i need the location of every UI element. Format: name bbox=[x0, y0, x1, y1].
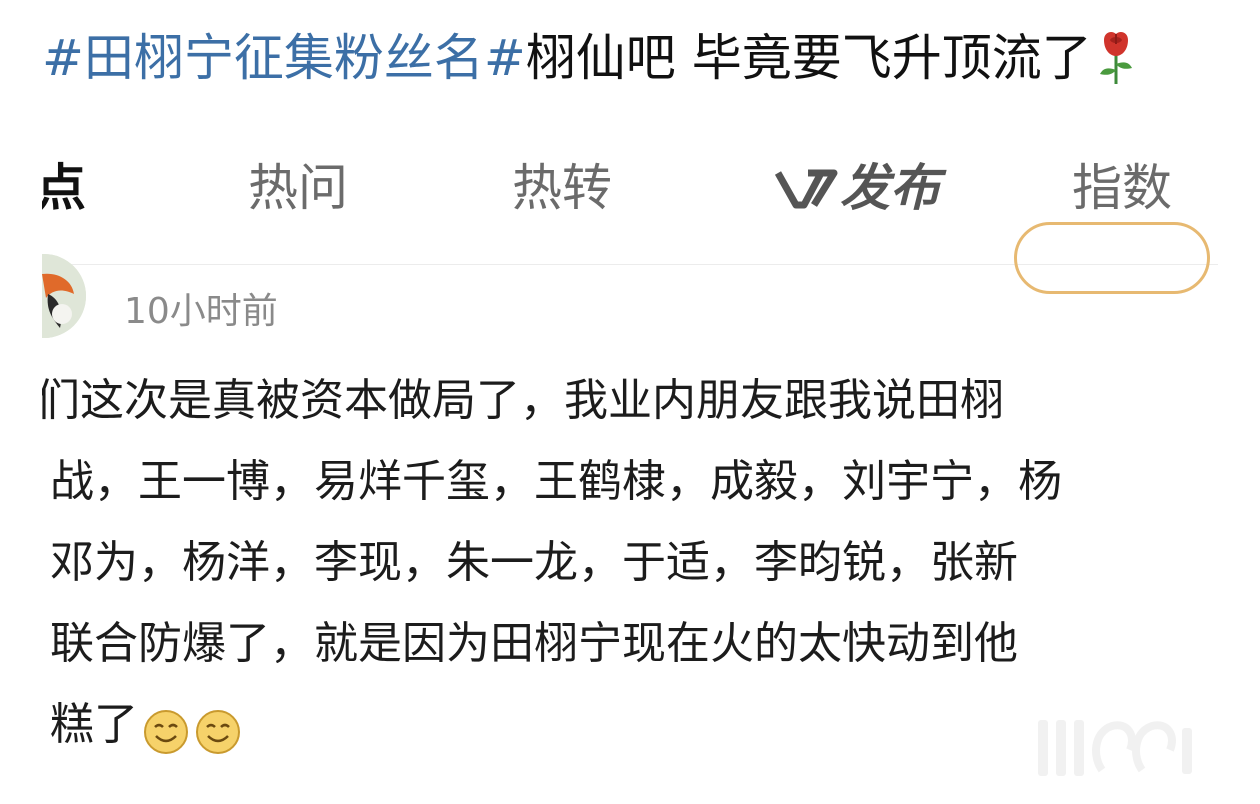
v-logo-icon bbox=[774, 163, 838, 213]
comment-line: 们这次是真被资本做局了，我业内朋友跟我说田栩 bbox=[42, 375, 1004, 426]
rose-icon bbox=[1096, 30, 1136, 86]
tab-dian[interactable]: 点 bbox=[42, 156, 86, 220]
tab-hot-questions[interactable]: 热问 bbox=[248, 156, 348, 220]
post-hashtag[interactable]: #田栩宁征集粉丝名# bbox=[42, 22, 526, 94]
comment-line: 邓为，杨洋，李现，朱一龙，于适，李昀锐，张新 bbox=[50, 537, 1018, 588]
tab-index[interactable]: 指数 bbox=[1072, 156, 1172, 220]
comment-body: 们这次是真被资本做局了，我业内朋友跟我说田栩 战，王一博，易烊千玺，王鹤棣，成毅… bbox=[42, 360, 1218, 765]
watermark-logo bbox=[1032, 706, 1212, 786]
follow-button[interactable] bbox=[1014, 222, 1210, 294]
tab-v-publish-label: 发布 bbox=[840, 159, 940, 217]
comment-line: 战，王一博，易烊千玺，王鹤棣，成毅，刘宇宁，杨 bbox=[50, 456, 1062, 507]
avatar[interactable] bbox=[42, 254, 86, 338]
post-text: 栩仙吧 毕竟要飞升顶流了 bbox=[525, 29, 1092, 87]
smile-icon bbox=[142, 701, 190, 754]
comment-line-text: 糕了 bbox=[50, 699, 138, 750]
embedded-screenshot: 点 热问 热转 发布 指数 10小时前 们这次是真被资本做局了，我业内朋友跟我说… bbox=[42, 136, 1218, 804]
tab-v-publish[interactable]: 发布 bbox=[774, 156, 940, 220]
post-headline: #田栩宁征集粉丝名# 栩仙吧 毕竟要飞升顶流了 bbox=[42, 22, 1136, 94]
tab-hot-reposts[interactable]: 热转 bbox=[512, 156, 612, 220]
comment-line: 联合防爆了，就是因为田栩宁现在火的太快动到他 bbox=[50, 618, 1018, 669]
comment-timestamp: 10小时前 bbox=[124, 291, 278, 332]
smile-icon bbox=[194, 701, 242, 754]
